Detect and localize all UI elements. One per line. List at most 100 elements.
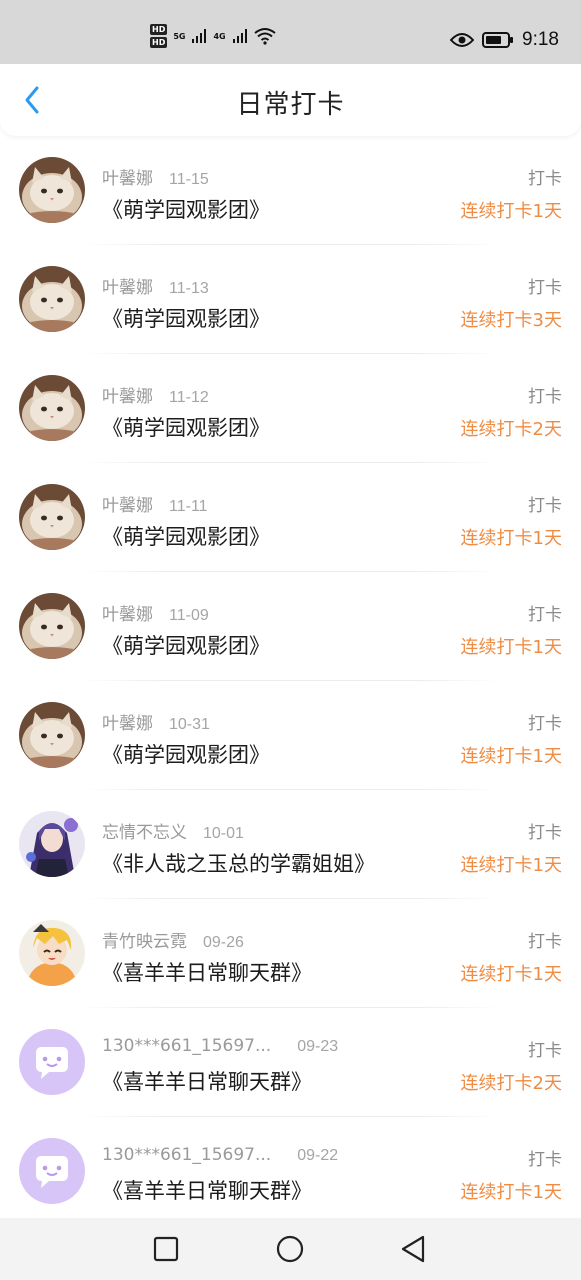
streak-label: 连续打卡2天 <box>460 419 562 440</box>
user-name: 叶馨娜 <box>102 496 153 516</box>
checkin-row[interactable]: 叶馨娜 11-13 《萌学园观影团》 打卡连续打卡3天 <box>0 245 581 354</box>
row-meta: 130***661_15697... 09-22 <box>102 1145 338 1165</box>
square-icon <box>153 1236 179 1262</box>
checkin-action-label: 打卡 <box>528 605 562 625</box>
user-name: 叶馨娜 <box>102 714 153 734</box>
group-name: 《喜羊羊日常聊天群》 <box>102 1070 312 1094</box>
user-name: 130***661_15697... <box>102 1145 272 1165</box>
avatar[interactable] <box>19 593 85 659</box>
checkin-date: 10-01 <box>203 825 244 842</box>
checkin-date: 11-13 <box>169 280 209 297</box>
checkin-row[interactable]: 叶馨娜 11-09 《萌学园观影团》 打卡连续打卡1天 <box>0 572 581 681</box>
home-button[interactable] <box>273 1232 307 1266</box>
checkin-date: 11-15 <box>169 171 209 188</box>
checkin-action-label: 打卡 <box>528 714 562 734</box>
streak-label: 连续打卡1天 <box>460 964 562 985</box>
group-name: 《萌学园观影团》 <box>102 743 270 767</box>
group-name: 《喜羊羊日常聊天群》 <box>102 961 312 985</box>
status-time: 9:18 <box>522 29 559 50</box>
system-nav-bar <box>0 1218 581 1280</box>
streak-label: 连续打卡1天 <box>460 855 562 876</box>
streak-label: 连续打卡1天 <box>460 637 562 658</box>
row-meta: 青竹映云霓 09-26 <box>102 927 244 952</box>
user-name: 叶馨娜 <box>102 278 153 298</box>
row-meta: 叶馨娜 11-09 <box>102 600 209 625</box>
checkin-action-label: 打卡 <box>528 1041 562 1061</box>
streak-label: 连续打卡1天 <box>460 746 562 767</box>
user-name: 叶馨娜 <box>102 169 153 189</box>
checkin-action-label: 打卡 <box>528 169 562 189</box>
recent-apps-button[interactable] <box>149 1232 183 1266</box>
checkin-action-label: 打卡 <box>528 932 562 952</box>
avatar[interactable] <box>19 484 85 550</box>
checkin-row[interactable]: 叶馨娜 11-12 《萌学园观影团》 打卡连续打卡2天 <box>0 354 581 463</box>
checkin-row[interactable]: 叶馨娜 11-15 《萌学园观影团》 打卡连续打卡1天 <box>0 136 581 245</box>
checkin-action-label: 打卡 <box>528 278 562 298</box>
circle-icon <box>276 1235 304 1263</box>
user-name: 叶馨娜 <box>102 387 153 407</box>
hd1-icon: HD <box>150 24 168 35</box>
checkin-date: 11-11 <box>169 498 208 515</box>
header: 日常打卡 <box>0 64 581 136</box>
checkin-list: 叶馨娜 11-15 《萌学园观影团》 打卡 连续打卡1天 叶馨娜 11-13 《萌学园观影团》… <box>0 136 581 1226</box>
page-title: 日常打卡 <box>236 90 345 120</box>
checkin-row[interactable]: 青竹映云霓 09-26 《喜羊羊日常聊天群》 打卡连续打卡1天 <box>0 899 581 1008</box>
checkin-action-label: 打卡 <box>528 387 562 407</box>
avatar[interactable] <box>19 375 85 441</box>
group-name: 《喜羊羊日常聊天群》 <box>102 1179 312 1203</box>
group-name: 《萌学园观影团》 <box>102 198 270 222</box>
avatar[interactable] <box>19 157 85 223</box>
row-meta: 叶馨娜 11-11 <box>102 491 208 516</box>
streak-label: 连续打卡1天 <box>460 1182 562 1203</box>
row-meta: 忘情不忘义 10-01 <box>102 818 244 843</box>
group-name: 《非人哉之玉总的学霸姐姐》 <box>102 852 375 876</box>
user-name: 130***661_15697... <box>102 1036 272 1056</box>
checkin-date: 11-12 <box>169 389 209 406</box>
row-meta: 叶馨娜 11-13 <box>102 273 209 298</box>
group-name: 《萌学园观影团》 <box>102 416 270 440</box>
streak-label: 连续打卡2天 <box>460 1073 562 1094</box>
row-meta: 叶馨娜 10-31 <box>102 709 210 734</box>
avatar[interactable] <box>19 266 85 332</box>
avatar[interactable] <box>19 702 85 768</box>
row-meta: 130***661_15697... 09-23 <box>102 1036 338 1056</box>
checkin-row[interactable]: 130***661_15697... 09-22 《喜羊羊日常聊天群》 打卡连续打卡1… <box>0 1117 581 1226</box>
battery-icon <box>482 32 514 48</box>
checkin-row[interactable]: 130***661_15697... 09-23 《喜羊羊日常聊天群》 打卡连续打卡2… <box>0 1008 581 1117</box>
row-meta: 叶馨娜 11-15 <box>102 164 209 189</box>
hd-icons: HD HD <box>150 24 168 48</box>
status-icons: HD HD 5G 4G <box>150 24 276 48</box>
eye-icon <box>450 33 475 47</box>
avatar[interactable] <box>19 1138 85 1204</box>
checkin-date: 10-31 <box>169 716 210 733</box>
hd2-icon: HD <box>150 37 168 48</box>
net-5g-label: 5G <box>173 31 186 41</box>
avatar[interactable] <box>19 811 85 877</box>
group-name: 《萌学园观影团》 <box>102 525 270 549</box>
checkin-action-label: 打卡 <box>528 1150 562 1170</box>
back-nav-button[interactable] <box>396 1232 430 1266</box>
streak-label: 连续打卡3天 <box>460 310 562 331</box>
group-name: 《萌学园观影团》 <box>102 307 270 331</box>
status-right: 9:18 <box>450 28 559 52</box>
net-4g-label: 4G <box>213 31 226 41</box>
checkin-date: 09-26 <box>203 934 244 951</box>
user-name: 忘情不忘义 <box>102 823 187 843</box>
avatar[interactable] <box>19 1029 85 1095</box>
row-meta: 叶馨娜 11-12 <box>102 382 209 407</box>
user-name: 青竹映云霓 <box>102 932 187 952</box>
checkin-date: 09-23 <box>297 1038 339 1055</box>
streak-label: 连续打卡1天 <box>460 528 562 549</box>
checkin-row[interactable]: 叶馨娜 11-11 《萌学园观影团》 打卡连续打卡1天 <box>0 463 581 572</box>
checkin-row[interactable]: 忘情不忘义 10-01 《非人哉之玉总的学霸姐姐》 打卡 连续打卡1天 <box>0 790 581 899</box>
streak-label: 连续打卡1天 <box>460 201 562 222</box>
user-name: 叶馨娜 <box>102 605 153 625</box>
status-bar: HD HD 5G 4G 9:18 <box>0 0 581 64</box>
signal-icon-2 <box>232 29 247 43</box>
checkin-action-label: 打卡 <box>528 496 562 516</box>
checkin-date: 09-22 <box>297 1147 339 1164</box>
avatar[interactable] <box>19 920 85 986</box>
signal-icon <box>192 29 207 43</box>
group-name: 《萌学园观影团》 <box>102 634 270 658</box>
checkin-row[interactable]: 叶馨娜 10-31 《萌学园观影团》 打卡连续打卡1天 <box>0 681 581 790</box>
